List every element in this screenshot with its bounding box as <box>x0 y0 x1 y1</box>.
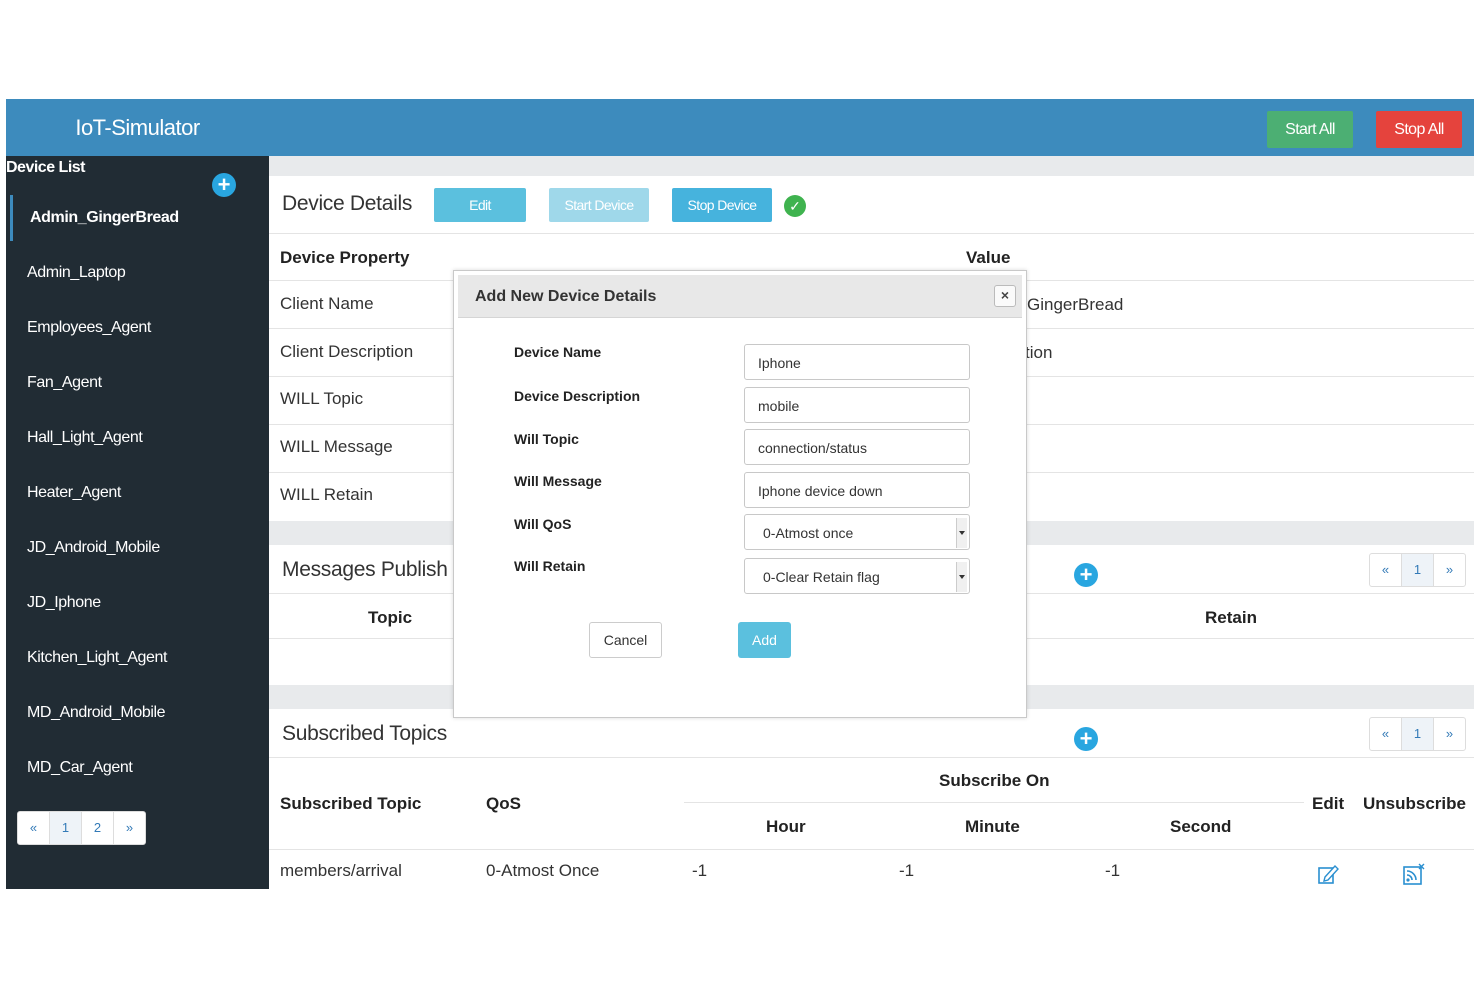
device-name-input[interactable]: Iphone <box>744 344 970 380</box>
panel-spacer <box>269 156 1474 176</box>
add-subscription-icon[interactable]: + <box>1074 727 1098 751</box>
label-will-message: Will Message <box>514 473 602 489</box>
sidebar-item-fan-agent[interactable]: Fan_Agent <box>27 374 102 392</box>
col-device-property: Device Property <box>280 248 410 267</box>
will-qos-value: 0-Atmost once <box>763 525 854 541</box>
row-will-retain-label: WILL Retain <box>280 485 373 504</box>
row-client-name-value: GingerBread <box>1027 295 1124 314</box>
sidebar-item-kitchen-light-agent[interactable]: Kitchen_Light_Agent <box>27 649 167 667</box>
messages-pagination: « 1 » <box>1369 553 1466 587</box>
sidebar-pagination: « 1 2 » <box>17 811 146 845</box>
edit-button[interactable]: Edit <box>434 188 526 222</box>
pager-page-2[interactable]: 2 <box>82 812 114 844</box>
stop-device-button[interactable]: Stop Device <box>672 188 772 222</box>
sidebar-item-heater-agent[interactable]: Heater_Agent <box>27 484 121 502</box>
sidebar-item-admin-laptop[interactable]: Admin_Laptop <box>27 264 126 282</box>
pager-next[interactable]: » <box>1434 554 1465 586</box>
status-check-icon: ✓ <box>784 195 806 217</box>
col-minute: Minute <box>965 817 1020 836</box>
label-will-topic: Will Topic <box>514 431 579 447</box>
add-message-icon[interactable]: + <box>1074 563 1098 587</box>
device-list-label: Device List <box>6 159 85 176</box>
chevron-down-icon <box>956 518 967 548</box>
pager-prev[interactable]: « <box>1370 554 1402 586</box>
device-details-title: Device Details <box>282 192 413 215</box>
pager-prev[interactable]: « <box>18 812 50 844</box>
close-icon[interactable]: × <box>994 285 1016 307</box>
row-second-value: -1 <box>1105 861 1121 880</box>
row-topic-value: members/arrival <box>280 861 402 880</box>
col-topic: Topic <box>368 608 413 627</box>
will-qos-select[interactable]: 0-Atmost once <box>744 514 970 550</box>
stop-all-button[interactable]: Stop All <box>1376 111 1462 148</box>
row-client-description-value: tion <box>1025 343 1053 362</box>
sidebar-item-md-car-agent[interactable]: MD_Car_Agent <box>27 759 133 777</box>
pager-next[interactable]: » <box>1434 718 1465 750</box>
unsubscribe-icon[interactable] <box>1403 863 1425 885</box>
row-qos-value: 0-Atmost Once <box>486 861 600 880</box>
sidebar: IoT-Simulator Device List + Admin_Ginger… <box>6 99 269 889</box>
label-will-qos: Will QoS <box>514 516 572 532</box>
add-device-icon[interactable]: + <box>212 173 236 197</box>
label-will-retain: Will Retain <box>514 558 586 574</box>
add-device-modal: Add New Device Details × Device Name Iph… <box>453 270 1027 718</box>
start-device-button[interactable]: Start Device <box>549 188 649 222</box>
subscribed-topics-title: Subscribed Topics <box>282 722 447 745</box>
will-retain-value: 0-Clear Retain flag <box>763 569 880 585</box>
app-title: IoT-Simulator <box>6 99 269 156</box>
row-hour-value: -1 <box>692 861 708 880</box>
label-device-name: Device Name <box>514 344 602 360</box>
sidebar-item-md-android-mobile[interactable]: MD_Android_Mobile <box>27 704 166 722</box>
sidebar-item-jd-iphone[interactable]: JD_Iphone <box>27 594 101 612</box>
col-subscribed-topic: Subscribed Topic <box>280 794 422 813</box>
col-subscribe-on: Subscribe On <box>939 771 1050 790</box>
will-message-input[interactable]: Iphone device down <box>744 472 970 508</box>
row-client-name-label: Client Name <box>280 294 374 313</box>
device-description-input[interactable]: mobile <box>744 387 970 423</box>
messages-title: Messages Publish <box>282 558 448 581</box>
modal-header: Add New Device Details × <box>458 275 1022 318</box>
col-edit: Edit <box>1312 794 1345 813</box>
row-will-topic-label: WILL Topic <box>280 389 364 408</box>
label-device-description: Device Description <box>514 388 641 404</box>
top-bar: Start All Stop All <box>269 99 1474 156</box>
app-window: IoT-Simulator Device List + Admin_Ginger… <box>6 99 1474 889</box>
row-will-message-label: WILL Message <box>280 437 393 456</box>
col-second: Second <box>1170 817 1232 836</box>
col-qos: QoS <box>486 794 521 813</box>
will-topic-input[interactable]: connection/status <box>744 429 970 465</box>
pager-page-1[interactable]: 1 <box>1402 554 1434 586</box>
col-unsubscribe: Unsubscribe <box>1363 794 1466 813</box>
will-retain-select[interactable]: 0-Clear Retain flag <box>744 558 970 594</box>
cancel-button[interactable]: Cancel <box>589 622 662 658</box>
sidebar-item-hall-light-agent[interactable]: Hall_Light_Agent <box>27 429 143 447</box>
edit-icon[interactable] <box>1317 863 1339 885</box>
col-retain: Retain <box>1205 608 1257 627</box>
add-button[interactable]: Add <box>738 622 791 658</box>
sidebar-item-jd-android-mobile[interactable]: JD_Android_Mobile <box>27 539 160 557</box>
pager-prev[interactable]: « <box>1370 718 1402 750</box>
col-value: Value <box>966 248 1011 267</box>
sidebar-item-admin-gingerbread[interactable]: Admin_GingerBread <box>30 209 179 227</box>
start-all-button[interactable]: Start All <box>1267 111 1353 148</box>
col-hour: Hour <box>766 817 806 836</box>
subscribed-topics-panel: Subscribed Topics + « 1 » Subscribed Top… <box>269 709 1474 889</box>
sidebar-item-employees-agent[interactable]: Employees_Agent <box>27 319 151 337</box>
subscribed-pagination: « 1 » <box>1369 717 1466 751</box>
modal-title: Add New Device Details <box>475 288 657 305</box>
pager-page-1[interactable]: 1 <box>1402 718 1434 750</box>
chevron-down-icon <box>956 562 967 592</box>
active-indicator <box>10 195 13 241</box>
row-client-description-label: Client Description <box>280 342 414 361</box>
pager-page-1[interactable]: 1 <box>50 812 82 844</box>
row-minute-value: -1 <box>899 861 915 880</box>
pager-next[interactable]: » <box>114 812 145 844</box>
